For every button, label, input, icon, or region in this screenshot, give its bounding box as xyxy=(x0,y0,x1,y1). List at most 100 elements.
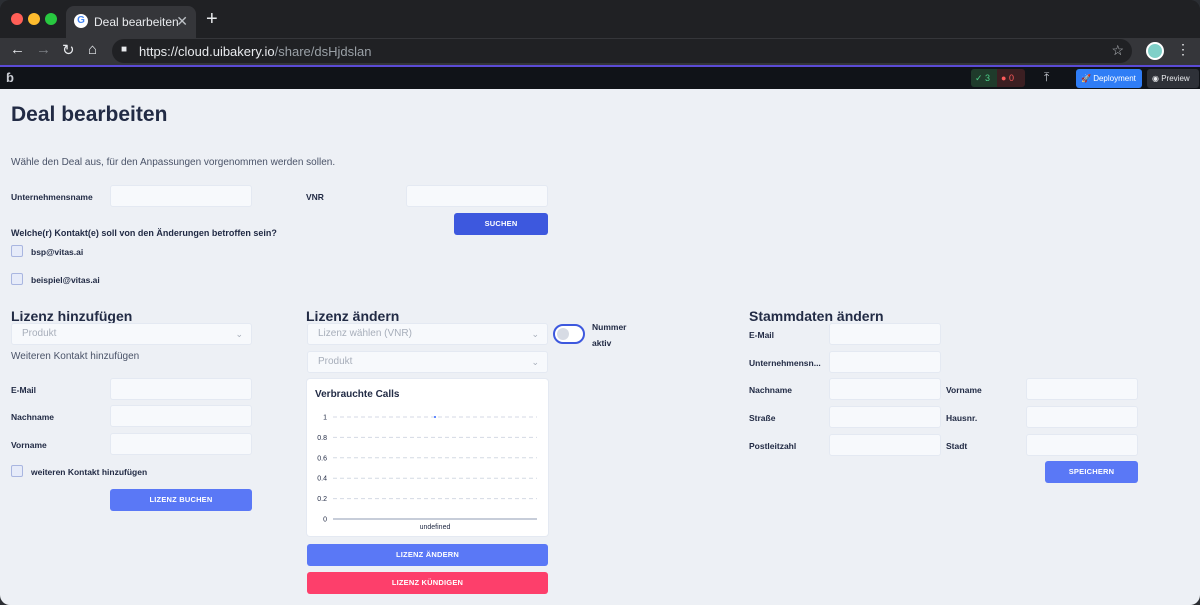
chart-y-tick-label: 0.6 xyxy=(317,455,327,462)
company-label: Unternehmensname xyxy=(11,192,93,202)
cancel-license-button[interactable]: LIZENZ KÜNDIGEN xyxy=(307,572,548,594)
md-street-input[interactable] xyxy=(829,406,941,428)
chart-y-tick-label: 0.8 xyxy=(317,435,327,442)
close-tab-icon[interactable]: ✕ xyxy=(176,13,188,30)
minimize-window-button[interactable] xyxy=(28,13,40,25)
deployment-button[interactable]: 🚀 Deployment xyxy=(1076,69,1142,88)
change-license-product-placeholder: Produkt xyxy=(318,356,353,367)
md-company-input[interactable] xyxy=(829,351,941,373)
md-zip-label: Postleitzahl xyxy=(749,441,797,451)
license-vnr-placeholder: Lizenz wählen (VNR) xyxy=(318,328,412,339)
add-firstname-label: Vorname xyxy=(11,440,47,450)
browser-menu-icon[interactable]: ⋮ xyxy=(1176,41,1190,58)
md-houseno-input[interactable] xyxy=(1026,406,1138,428)
chart-y-tick-label: 0.4 xyxy=(317,476,327,483)
tab-bar: G Deal bearbeiten ✕ + xyxy=(0,0,1200,38)
intro-text: Wähle den Deal aus, für den Anpassungen … xyxy=(11,157,336,168)
browser-toolbar: ← → ↻ ⌂ ■ https://cloud.uibakery.io/shar… xyxy=(0,38,1200,65)
success-status-badge[interactable]: ✓ 3 xyxy=(971,69,997,87)
md-street-label: Straße xyxy=(749,413,776,423)
add-firstname-input[interactable] xyxy=(110,433,252,455)
company-input[interactable] xyxy=(110,185,252,207)
browser-window: G Deal bearbeiten ✕ + ← → ↻ ⌂ ■ https://… xyxy=(0,0,1200,605)
url-path: /share/dsHjdslan xyxy=(274,44,372,59)
md-email-input[interactable] xyxy=(829,323,941,345)
add-contact-text: Weiteren Kontakt hinzufügen xyxy=(11,351,140,362)
close-window-button[interactable] xyxy=(11,13,23,25)
profile-avatar[interactable] xyxy=(1146,42,1164,60)
contact-checkbox-1[interactable] xyxy=(11,245,23,257)
home-icon[interactable]: ⌂ xyxy=(88,41,97,58)
address-bar[interactable]: ■ https://cloud.uibakery.io/share/dsHjds… xyxy=(112,39,1132,63)
app-topbar: ɓ ✓ 3 ● 0 ⤒ 🚀 Deployment ◉ Preview xyxy=(0,65,1200,89)
error-status-badge[interactable]: ● 0 xyxy=(997,69,1025,87)
bookmark-star-icon[interactable]: ☆ xyxy=(1111,42,1124,59)
add-license-product-placeholder: Produkt xyxy=(22,328,57,339)
md-lastname-label: Nachname xyxy=(749,385,792,395)
back-arrow-icon[interactable]: ← xyxy=(10,41,25,58)
chart-y-tick-label: 0.2 xyxy=(317,496,327,503)
reload-icon[interactable]: ↻ xyxy=(62,41,75,59)
preview-label: Preview xyxy=(1161,74,1190,83)
contact-label-2: beispiel@vitas.ai xyxy=(31,275,100,285)
license-vnr-select[interactable]: Lizenz wählen (VNR) ⌄ xyxy=(307,323,548,345)
toggle-knob xyxy=(557,328,569,340)
change-license-button[interactable]: LIZENZ ÄNDERN xyxy=(307,544,548,566)
chevron-down-icon: ⌄ xyxy=(235,329,243,339)
chevron-down-icon: ⌄ xyxy=(531,329,539,339)
chart-data-point xyxy=(434,416,436,418)
chart-svg: 1 0.8 0.6 0.4 0.2 0 undefined xyxy=(317,415,537,531)
tab-title: Deal bearbeiten xyxy=(94,15,179,29)
book-license-button[interactable]: LIZENZ BUCHEN xyxy=(110,489,252,511)
change-license-product-select[interactable]: Produkt ⌄ xyxy=(307,351,548,373)
app-canvas: Deal bearbeiten Wähle den Deal aus, für … xyxy=(0,89,1200,605)
chart-y-tick-label: 1 xyxy=(323,415,327,422)
rocket-icon: 🚀 xyxy=(1081,74,1091,83)
md-city-label: Stadt xyxy=(946,441,968,451)
upload-icon[interactable]: ⤒ xyxy=(1044,70,1049,85)
maximize-window-button[interactable] xyxy=(45,13,57,25)
forward-arrow-icon[interactable]: → xyxy=(36,41,51,58)
contact-checkbox-2[interactable] xyxy=(11,273,23,285)
add-lastname-input[interactable] xyxy=(110,405,252,427)
number-active-toggle[interactable] xyxy=(553,324,585,344)
change-license-title: Lizenz ändern xyxy=(306,308,400,324)
error-count: 0 xyxy=(1008,73,1014,83)
contacts-question: Welche(r) Kontakt(e) soll von den Änderu… xyxy=(11,228,277,238)
new-tab-plus-icon[interactable]: + xyxy=(206,8,218,31)
chart-x-tick-label: undefined xyxy=(420,524,451,531)
save-button[interactable]: SPEICHERN xyxy=(1045,461,1138,483)
toggle-label-line1: Nummer xyxy=(592,322,627,332)
vnr-input[interactable] xyxy=(406,185,548,207)
calls-chart-card: Verbrauchte Calls 1 0.8 0.6 0.4 0.2 0 undefine… xyxy=(307,379,548,536)
preview-button[interactable]: ◉ Preview xyxy=(1147,69,1199,88)
url-text: https://cloud.uibakery.io/share/dsHjdsla… xyxy=(139,44,371,59)
contact-label-1: bsp@vitas.ai xyxy=(31,247,84,257)
md-lastname-input[interactable] xyxy=(829,378,941,400)
google-favicon-icon: G xyxy=(74,14,88,28)
md-firstname-input[interactable] xyxy=(1026,378,1138,400)
md-firstname-label: Vorname xyxy=(946,385,982,395)
add-email-input[interactable] xyxy=(110,378,252,400)
page-title: Deal bearbeiten xyxy=(11,103,168,126)
chart-plot-area: 1 0.8 0.6 0.4 0.2 0 undefined xyxy=(307,379,548,536)
url-host: https://cloud.uibakery.io xyxy=(139,44,275,59)
success-count: 3 xyxy=(985,73,991,83)
md-houseno-label: Hausnr. xyxy=(946,413,978,423)
add-email-label: E-Mail xyxy=(11,385,37,395)
md-zip-input[interactable] xyxy=(829,434,941,456)
add-lastname-label: Nachname xyxy=(11,412,54,422)
md-city-input[interactable] xyxy=(1026,434,1138,456)
search-button[interactable]: SUCHEN xyxy=(454,213,548,235)
more-contact-label: weiteren Kontakt hinzufügen xyxy=(31,467,148,477)
md-company-label: Unternehmensn... xyxy=(749,358,821,368)
more-contact-checkbox[interactable] xyxy=(11,465,23,477)
chevron-down-icon: ⌄ xyxy=(531,357,539,367)
toggle-label-line2: aktiv xyxy=(592,338,612,348)
deployment-label: Deployment xyxy=(1093,74,1136,83)
browser-tab[interactable]: G Deal bearbeiten ✕ xyxy=(66,6,196,38)
eye-icon: ◉ xyxy=(1152,74,1159,83)
uibakery-logo-icon: ɓ xyxy=(6,70,14,85)
add-license-product-select[interactable]: Produkt ⌄ xyxy=(11,323,252,345)
md-email-label: E-Mail xyxy=(749,330,775,340)
